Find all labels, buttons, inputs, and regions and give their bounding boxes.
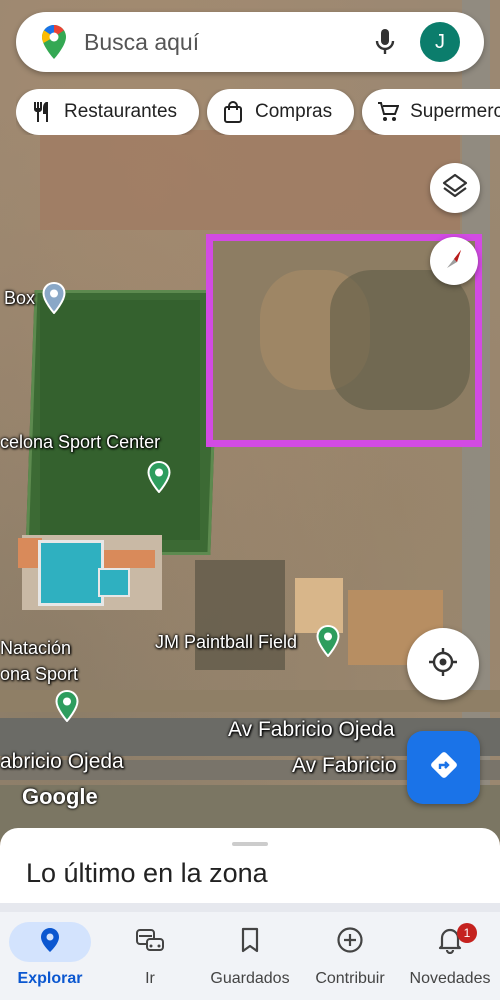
maps-logo-icon — [34, 22, 74, 62]
nav-ir[interactable]: Ir — [100, 912, 200, 1000]
nav-label: Novedades — [409, 970, 491, 987]
nav-guardados[interactable]: Guardados — [200, 912, 300, 1000]
map-label-paintball[interactable]: JM Paintball Field — [155, 632, 297, 653]
compass-button[interactable] — [430, 237, 478, 285]
shopping-bag-icon — [221, 100, 245, 124]
directions-icon — [429, 750, 459, 785]
crosshair-icon — [428, 647, 458, 682]
map-pool-small — [98, 568, 130, 597]
nav-label: Ir — [145, 970, 155, 987]
map-building-area — [195, 560, 285, 670]
road-label: abricio Ojeda — [0, 750, 124, 773]
map-label-box[interactable]: Box — [4, 288, 35, 309]
layers-icon — [442, 173, 468, 204]
avatar[interactable]: J — [420, 22, 460, 62]
road-label: Av Fabricio Ojeda — [228, 718, 395, 741]
cart-icon — [376, 100, 400, 124]
layers-button[interactable] — [430, 163, 480, 213]
nav-pill — [209, 922, 291, 962]
nav-pill: 1 — [409, 922, 491, 962]
directions-button[interactable] — [407, 731, 480, 804]
chip-label: Compras — [255, 101, 333, 122]
map-terrain — [40, 130, 460, 230]
chip-label: Supermercados — [410, 101, 500, 122]
nav-novedades[interactable]: 1 Novedades — [400, 912, 500, 1000]
place-pin-icon[interactable] — [316, 625, 340, 657]
search-bar[interactable]: J — [16, 12, 484, 72]
nav-label: Contribuir — [315, 970, 385, 987]
map-roof — [100, 550, 155, 568]
nav-explorar[interactable]: Explorar — [0, 912, 100, 1000]
place-pin-icon[interactable] — [147, 461, 171, 493]
commute-icon — [135, 927, 165, 958]
google-attribution: Google — [22, 784, 98, 809]
map-label-ona-sport[interactable]: ona Sport — [0, 664, 78, 685]
notification-badge: 1 — [457, 923, 477, 943]
chip-compras[interactable]: Compras — [207, 89, 355, 135]
chip-label: Restaurantes — [64, 101, 178, 122]
search-input[interactable] — [82, 27, 356, 57]
explore-pin-icon — [40, 927, 60, 958]
map-label-natacion[interactable]: Natación — [0, 638, 71, 659]
map-label-sport-center[interactable]: celona Sport Center — [0, 432, 160, 453]
map-pool — [38, 540, 104, 606]
bookmark-icon — [240, 927, 260, 958]
restaurant-icon — [30, 100, 54, 124]
map-soccer-field-shade — [40, 300, 200, 540]
nav-pill — [9, 922, 91, 962]
nav-pill — [109, 922, 191, 962]
sheet-title: Lo último en la zona — [26, 858, 268, 888]
sheet-drag-handle[interactable] — [232, 842, 268, 846]
my-location-button[interactable] — [407, 628, 479, 700]
nav-label: Explorar — [17, 970, 83, 987]
category-chips: Restaurantes Compras Supermercados — [16, 89, 500, 135]
place-pin-icon[interactable] — [55, 690, 79, 722]
chip-restaurantes[interactable]: Restaurantes — [16, 89, 200, 135]
compass-icon — [441, 246, 467, 277]
nav-pill — [309, 922, 391, 962]
mic-icon[interactable] — [368, 25, 402, 59]
nav-contribuir[interactable]: Contribuir — [300, 912, 400, 1000]
add-circle-icon — [336, 926, 364, 959]
bottom-nav: Explorar Ir Guardados Contribuir 1 Noved… — [0, 912, 500, 1000]
chip-supermercados[interactable]: Supermercados — [362, 89, 500, 135]
road-label: Av Fabricio — [292, 754, 397, 777]
nav-label: Guardados — [210, 970, 290, 987]
place-pin-icon[interactable] — [42, 282, 66, 314]
